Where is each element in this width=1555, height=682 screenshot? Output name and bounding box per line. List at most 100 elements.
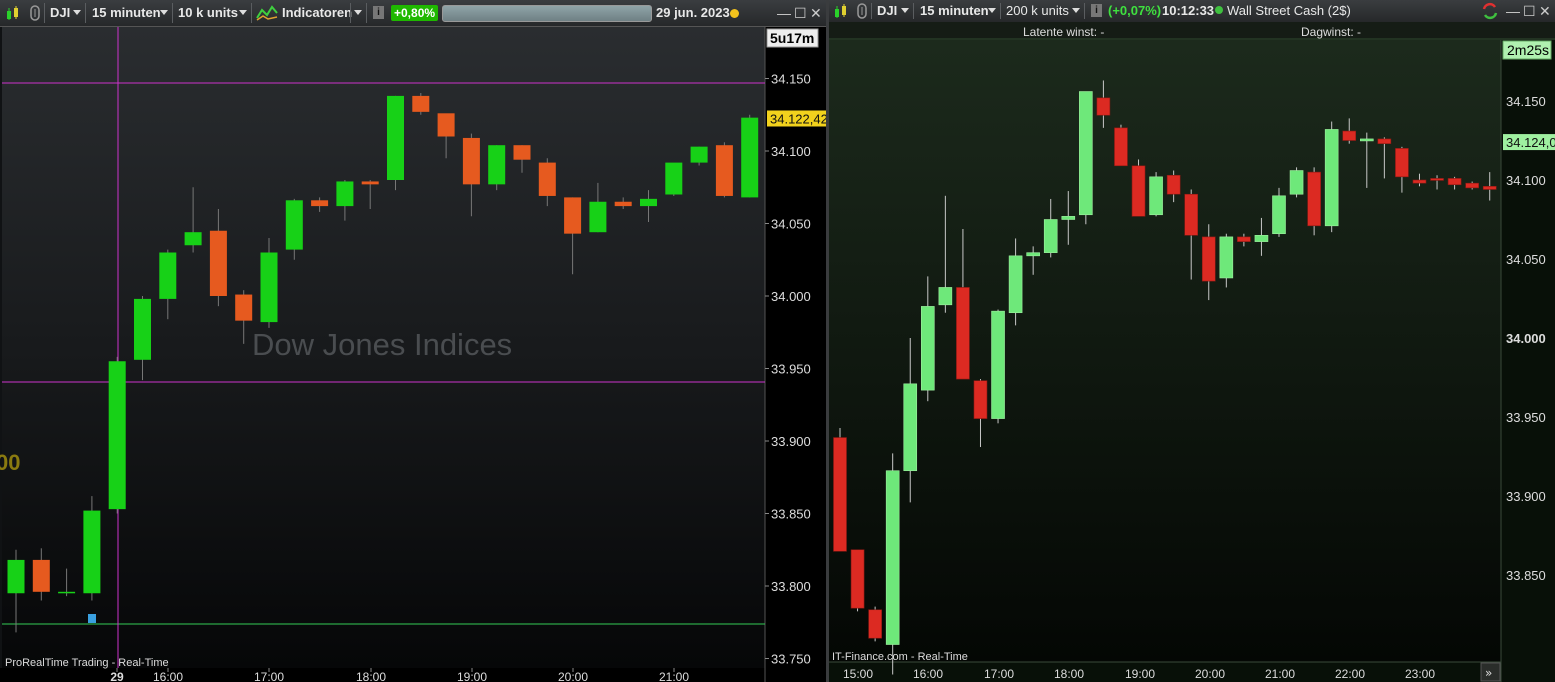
footer-source: ProRealTime Trading - Real-Time	[5, 657, 169, 669]
x-tick-label: 18:00	[356, 670, 386, 682]
candle-body	[1149, 176, 1163, 216]
candle-body	[412, 95, 430, 112]
x-tick-label: 29	[110, 670, 124, 682]
candle-body	[7, 559, 25, 594]
candle-body	[513, 145, 531, 160]
candle-body	[1096, 97, 1111, 116]
left-edge-label: 00	[0, 450, 20, 475]
x-tick-label: 21:00	[659, 670, 689, 682]
current-price-label: 34.124,0	[1506, 135, 1555, 150]
candle-body	[741, 117, 759, 198]
y-tick-label: 33.850	[771, 507, 811, 522]
countdown-label: 2m25s	[1507, 42, 1549, 58]
y-tick-label: 34.100	[771, 144, 811, 159]
candle-body	[538, 162, 556, 196]
candle-body	[991, 310, 1005, 419]
candle-body	[336, 181, 354, 207]
candle-body	[159, 252, 177, 299]
candle-body	[1272, 195, 1286, 235]
candle-body	[1131, 165, 1146, 217]
y-tick-label: 34.100	[1506, 173, 1546, 188]
candle-body	[1114, 127, 1128, 167]
left-chart-pane: DJI 15 minuten 10 k units Indicatoren i …	[0, 0, 826, 682]
candle-body	[1430, 178, 1444, 181]
countdown-label: 5u17m	[770, 30, 814, 46]
candle-body	[32, 559, 50, 592]
candle-body	[1184, 193, 1199, 236]
candle-body	[311, 200, 329, 207]
candle-body	[715, 145, 733, 196]
candle-body	[462, 137, 480, 185]
x-tick-label: 23:00	[1405, 667, 1435, 681]
candle-body	[1482, 186, 1497, 190]
right-chart-pane: DJI 15 minuten 200 k units i (+0,07%) 10…	[829, 0, 1555, 682]
candle-body	[973, 380, 988, 419]
candle-body	[1061, 216, 1076, 220]
candle-body	[1043, 219, 1058, 253]
candle-body	[235, 294, 253, 321]
x-tick-label: 17:00	[984, 667, 1014, 681]
x-tick-label: 21:00	[1265, 667, 1295, 681]
candle-body	[1079, 91, 1093, 216]
y-tick-label: 34.050	[1506, 252, 1546, 267]
candle-body	[108, 361, 126, 510]
candle-body	[665, 162, 683, 195]
candle-body	[1307, 171, 1321, 227]
y-tick-label: 33.950	[1506, 410, 1546, 425]
watermark-text: Dow Jones Indices	[252, 327, 512, 362]
double-chevron-right-icon: »	[1485, 666, 1492, 680]
candle-body	[1447, 178, 1462, 186]
latent-profit-label: Latente winst: -	[1023, 25, 1104, 39]
candle-body	[1289, 170, 1304, 195]
candle-body	[1026, 252, 1040, 257]
note-icon	[88, 614, 96, 623]
candle-body	[83, 510, 101, 594]
candle-body	[1237, 236, 1251, 242]
x-tick-label: 19:00	[457, 670, 487, 682]
candle-body	[868, 609, 882, 639]
candle-body	[1342, 130, 1357, 141]
candle-body	[956, 287, 970, 380]
y-tick-label: 33.850	[1506, 568, 1546, 583]
x-tick-label: 19:00	[1125, 667, 1155, 681]
candle-body	[1201, 236, 1216, 282]
candle-body	[921, 306, 935, 391]
candle-body	[1219, 236, 1234, 279]
candle-body	[134, 298, 151, 360]
candle-body	[1008, 255, 1023, 314]
candle-body	[885, 470, 900, 645]
x-tick-label: 22:00	[1335, 667, 1365, 681]
candle-body	[589, 201, 607, 233]
y-tick-label: 33.800	[771, 579, 811, 594]
x-tick-label: 16:00	[153, 670, 183, 682]
y-tick-label: 33.900	[771, 434, 811, 449]
candle-body	[1324, 129, 1339, 227]
candle-body	[614, 201, 632, 207]
y-tick-label: 33.950	[771, 362, 811, 377]
candle-body	[1254, 235, 1269, 242]
x-tick-label: 15:00	[843, 667, 873, 681]
left-price-chart[interactable]: Dow Jones Indices 00 34.150 34.100 34.050 34.…	[0, 0, 826, 682]
x-tick-label: 20:00	[1195, 667, 1225, 681]
candle-body	[387, 95, 404, 180]
y-tick-label: 33.900	[1506, 489, 1546, 504]
y-tick-label: 34.050	[771, 217, 811, 232]
candle-body	[1465, 182, 1479, 189]
candle-body	[1395, 148, 1409, 178]
candle-body	[903, 383, 918, 472]
candle-body	[58, 591, 76, 594]
y-tick-label: 34.000	[771, 289, 811, 304]
candle-body	[361, 181, 379, 185]
right-price-chart[interactable]: Latente winst: - Dagwinst: - 34.150 34.100 3…	[829, 0, 1555, 682]
candle-body	[260, 252, 278, 323]
x-tick-label: 20:00	[558, 670, 588, 682]
pnl-header-background	[829, 22, 1555, 40]
candle-body	[1166, 174, 1181, 195]
candle-body	[564, 197, 582, 234]
candle-body	[938, 287, 953, 306]
candle-body	[640, 198, 657, 207]
candle-body	[850, 549, 865, 609]
candle-body	[184, 232, 202, 246]
x-tick-label: 16:00	[913, 667, 943, 681]
candle-body	[209, 230, 227, 296]
